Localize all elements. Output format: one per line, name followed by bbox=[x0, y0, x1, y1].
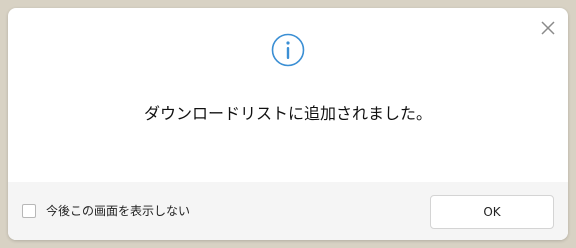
dont-show-again-label: 今後この画面を表示しない bbox=[46, 204, 191, 218]
dialog-footer: 今後この画面を表示しない OK bbox=[8, 182, 568, 240]
dont-show-again-checkbox[interactable] bbox=[22, 203, 36, 218]
close-icon[interactable] bbox=[540, 20, 556, 36]
message-text: ダウンロードリストに追加されました。 bbox=[143, 104, 432, 123]
info-icon bbox=[271, 33, 305, 67]
ok-button[interactable]: OK bbox=[430, 195, 554, 229]
dont-show-again-option[interactable]: 今後この画面を表示しない bbox=[22, 202, 190, 219]
download-added-dialog: ダウンロードリストに追加されました。 今後この画面を表示しない OK bbox=[8, 8, 568, 240]
